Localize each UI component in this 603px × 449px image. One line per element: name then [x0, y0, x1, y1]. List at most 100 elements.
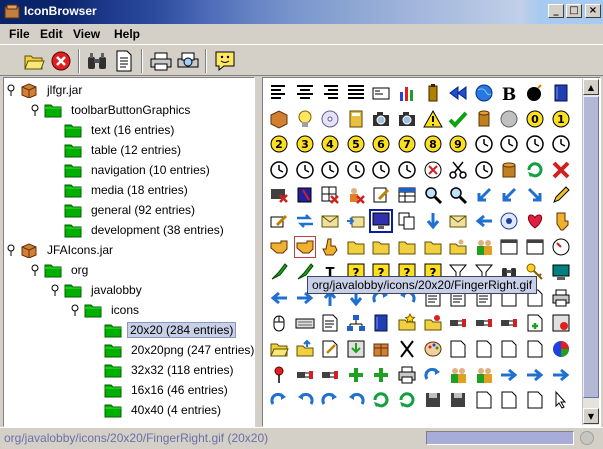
icon-cell[interactable]	[473, 338, 495, 360]
icon-cell[interactable]	[524, 338, 546, 360]
document-button[interactable]	[111, 48, 137, 74]
menu-help[interactable]: Help	[114, 27, 140, 41]
icon-cell[interactable]	[294, 108, 316, 130]
expand-handle-icon[interactable]	[30, 264, 40, 276]
icon-cell[interactable]	[319, 210, 341, 232]
icon-cell[interactable]	[550, 312, 572, 334]
icon-cell[interactable]	[447, 184, 469, 206]
icon-cell[interactable]	[370, 364, 392, 386]
icon-cell[interactable]	[422, 312, 444, 334]
icon-cell[interactable]	[268, 364, 290, 386]
maximize-button[interactable]: □	[566, 4, 582, 18]
icon-cell[interactable]	[396, 364, 418, 386]
scroll-thumb[interactable]	[583, 96, 599, 398]
icon-cell[interactable]	[319, 108, 341, 130]
icon-cell[interactable]	[294, 389, 316, 411]
icon-cell[interactable]	[422, 210, 444, 232]
icon-cell[interactable]	[268, 236, 290, 258]
icon-cell[interactable]: 6	[370, 133, 392, 155]
icon-cell[interactable]	[550, 159, 572, 181]
icon-cell[interactable]	[550, 338, 572, 360]
icon-cell[interactable]	[294, 184, 316, 206]
icon-cell[interactable]	[498, 159, 520, 181]
tree-node[interactable]: 40x40 (4 entries)	[90, 400, 225, 420]
scroll-down-button[interactable]: ▼	[583, 408, 599, 424]
icon-cell[interactable]	[473, 133, 495, 155]
icon-cell[interactable]	[524, 133, 546, 155]
icon-cell[interactable]	[550, 133, 572, 155]
print-button[interactable]	[148, 48, 174, 74]
icon-cell[interactable]	[422, 364, 444, 386]
icon-cell[interactable]: 7	[396, 133, 418, 155]
icon-cell[interactable]	[268, 82, 290, 104]
icon-cell[interactable]	[550, 210, 572, 232]
icon-cell[interactable]	[447, 108, 469, 130]
expand-handle-icon[interactable]	[6, 84, 16, 96]
icon-cell[interactable]	[268, 312, 290, 334]
icon-cell[interactable]	[345, 210, 367, 232]
icon-cell[interactable]	[422, 159, 444, 181]
icon-cell[interactable]: 3	[294, 133, 316, 155]
icon-cell[interactable]	[524, 184, 546, 206]
icon-cell[interactable]	[524, 364, 546, 386]
icon-cell[interactable]	[422, 236, 444, 258]
icon-cell[interactable]	[447, 312, 469, 334]
tree-node[interactable]: JFAIcons.jar	[6, 240, 117, 260]
close-button[interactable]: ×	[585, 4, 601, 18]
icon-cell[interactable]: B	[498, 82, 520, 104]
icon-cell[interactable]	[422, 108, 444, 130]
icon-cell[interactable]	[447, 236, 469, 258]
icon-cell[interactable]	[396, 159, 418, 181]
icon-cell[interactable]: 5	[345, 133, 367, 155]
icon-cell[interactable]: 0	[524, 108, 546, 130]
icon-cell[interactable]	[550, 82, 572, 104]
scroll-up-button[interactable]: ▲	[583, 79, 599, 95]
icon-cell[interactable]	[268, 261, 290, 283]
icon-cell[interactable]	[550, 261, 572, 283]
icon-cell[interactable]	[524, 82, 546, 104]
icon-cell[interactable]	[550, 287, 572, 309]
icon-cell[interactable]	[524, 210, 546, 232]
icon-cell[interactable]	[422, 82, 444, 104]
icon-cell[interactable]	[319, 389, 341, 411]
tree-node[interactable]: jlfgr.jar	[6, 80, 86, 100]
icon-cell[interactable]	[498, 133, 520, 155]
icon-cell[interactable]	[319, 312, 341, 334]
icon-cell[interactable]	[550, 364, 572, 386]
icon-cell[interactable]	[422, 184, 444, 206]
icon-cell[interactable]	[294, 338, 316, 360]
icon-cell[interactable]	[396, 338, 418, 360]
icon-cell[interactable]	[550, 389, 572, 411]
icon-cell[interactable]	[370, 338, 392, 360]
icon-cell[interactable]	[345, 159, 367, 181]
icon-cell[interactable]	[345, 108, 367, 130]
expand-handle-icon[interactable]	[70, 304, 80, 316]
icon-cell[interactable]	[396, 236, 418, 258]
icon-cell[interactable]	[447, 338, 469, 360]
tree-node[interactable]: 16x16 (46 entries)	[90, 380, 232, 400]
icon-cell[interactable]	[473, 210, 495, 232]
icon-cell[interactable]	[370, 184, 392, 206]
icon-cell[interactable]	[345, 82, 367, 104]
tree-node[interactable]: table (12 entries)	[50, 140, 185, 160]
icon-cell[interactable]	[473, 108, 495, 130]
tree-node[interactable]: text (16 entries)	[50, 120, 178, 140]
icon-cell[interactable]	[524, 389, 546, 411]
icon-cell[interactable]	[294, 159, 316, 181]
icon-cell[interactable]	[447, 364, 469, 386]
icon-cell[interactable]	[294, 82, 316, 104]
icon-cell[interactable]	[473, 159, 495, 181]
icon-cell[interactable]	[294, 236, 316, 258]
tree-node[interactable]: javalobby	[50, 280, 146, 300]
icon-cell[interactable]	[396, 312, 418, 334]
expand-handle-icon[interactable]	[30, 104, 40, 116]
icon-cell[interactable]	[396, 108, 418, 130]
tree-node[interactable]: development (38 entries)	[50, 220, 228, 240]
icon-cell[interactable]: 4	[319, 133, 341, 155]
icon-cell[interactable]	[498, 389, 520, 411]
icon-cell[interactable]	[294, 364, 316, 386]
tree-node[interactable]: 32x32 (118 entries)	[90, 360, 238, 380]
icon-cell[interactable]	[498, 108, 520, 130]
icon-cell[interactable]	[473, 389, 495, 411]
tree-node[interactable]: toolbarButtonGraphics	[30, 100, 194, 120]
